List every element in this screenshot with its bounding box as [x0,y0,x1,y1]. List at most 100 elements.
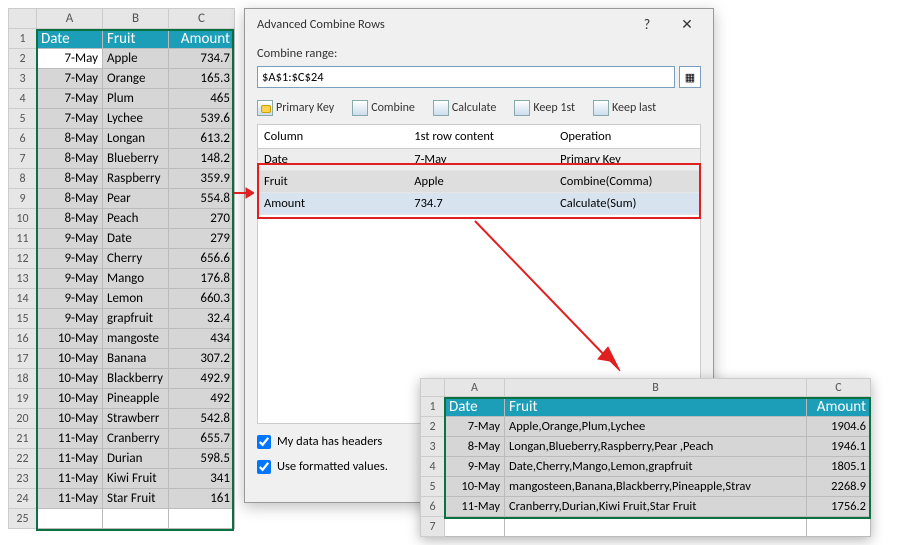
cell-date[interactable]: 8-May [37,149,103,169]
cell-date[interactable]: 7-May [37,49,103,69]
row-header[interactable]: 5 [9,109,37,129]
cell-amount[interactable]: 492.9 [169,369,235,389]
cell-fruit[interactable]: Longan [103,129,169,149]
calculate-button[interactable]: Calculate [433,100,497,116]
cell-fruit[interactable]: Blackberry [103,369,169,389]
row-header[interactable]: 3 [9,69,37,89]
cell-fruit[interactable]: Banana [103,349,169,369]
cell-header-amount[interactable]: Amount [807,397,871,417]
cell-date[interactable]: 10-May [37,329,103,349]
cell-amount[interactable]: 165.3 [169,69,235,89]
row-header[interactable]: 1 [421,397,445,417]
cell-amount[interactable]: 1756.2 [807,497,871,517]
cell-date[interactable]: 9-May [445,457,505,477]
cell-date[interactable]: 8-May [445,437,505,457]
row-header[interactable]: 14 [9,289,37,309]
columns-table-cell-first[interactable]: 7-May [408,149,554,171]
columns-table-row[interactable]: Date7-MayPrimary Key [258,149,700,171]
row-header[interactable]: 17 [9,349,37,369]
cell-fruit[interactable]: grapfruit [103,309,169,329]
row-header[interactable]: 24 [9,489,37,509]
cell-fruit[interactable]: Star Fruit [103,489,169,509]
cell-fruit[interactable]: Kiwi Fruit [103,469,169,489]
cell-date[interactable]: 10-May [445,477,505,497]
row-header[interactable]: 13 [9,269,37,289]
col-header-b[interactable]: B [103,9,169,29]
cell-fruit[interactable]: Lychee [103,109,169,129]
row-header[interactable]: 20 [9,409,37,429]
cell-fruit[interactable]: Strawberr [103,409,169,429]
row-header[interactable]: 18 [9,369,37,389]
cell-amount[interactable]: 465 [169,89,235,109]
cell-amount[interactable]: 2268.9 [807,477,871,497]
columns-table[interactable]: Column 1st row content Operation Date7-M… [258,125,700,215]
row-header[interactable]: 16 [9,329,37,349]
row-header[interactable]: 19 [9,389,37,409]
columns-table-cell-operation[interactable]: Primary Key [554,149,700,171]
row-header[interactable]: 21 [9,429,37,449]
cell-date[interactable]: 11-May [37,489,103,509]
cell-date[interactable]: 7-May [37,109,103,129]
cell-date[interactable]: 10-May [37,369,103,389]
cell-amount[interactable]: 554.8 [169,189,235,209]
cell-date[interactable]: 11-May [445,497,505,517]
row-header[interactable]: 4 [421,457,445,477]
cell-fruit[interactable]: mangoste [103,329,169,349]
cell-amount[interactable]: 542.8 [169,409,235,429]
cell-header-fruit[interactable]: Fruit [505,397,807,417]
cell-date[interactable]: 8-May [37,189,103,209]
spreadsheet-main[interactable]: A B C 1 Date Fruit Amount 27-MayApple734… [8,8,235,529]
row-header[interactable]: 6 [9,129,37,149]
cell-date[interactable]: 9-May [37,249,103,269]
cell-fruit[interactable]: Pear [103,189,169,209]
row-header[interactable]: 3 [421,437,445,457]
cell-header-fruit[interactable]: Fruit [103,29,169,49]
cell-date[interactable]: 9-May [37,309,103,329]
cell-date[interactable]: 10-May [37,409,103,429]
cell-fruit[interactable]: Apple [103,49,169,69]
cell-fruit[interactable]: Orange [103,69,169,89]
keep-first-button[interactable]: Keep 1st [514,100,575,116]
cell-date[interactable]: 8-May [37,209,103,229]
columns-table-header-column[interactable]: Column [258,125,408,149]
cell-fruit[interactable]: Cranberry [103,429,169,449]
cell-amount[interactable]: 1946.1 [807,437,871,457]
primary-key-button[interactable]: Primary Key [257,100,334,116]
cell-amount[interactable]: 539.6 [169,109,235,129]
use-formatted-values-checkbox[interactable] [257,460,271,474]
cell-date[interactable]: 11-May [37,469,103,489]
cell-fruit[interactable]: Longan,Blueberry,Raspberry,Pear ,Peach [505,437,807,457]
col-header-a[interactable]: A [445,379,505,397]
row-header[interactable]: 11 [9,229,37,249]
cell-fruit[interactable]: Pineapple [103,389,169,409]
row-header[interactable]: 5 [421,477,445,497]
select-all-corner[interactable] [421,379,445,397]
columns-table-cell-operation[interactable]: Calculate(Sum) [554,193,700,215]
range-picker-button[interactable]: ▦ [679,66,701,88]
combine-range-input[interactable] [257,66,675,88]
cell-amount[interactable]: 660.3 [169,289,235,309]
col-header-c[interactable]: C [169,9,235,29]
columns-table-cell-operation[interactable]: Combine(Comma) [554,171,700,193]
row-header[interactable]: 22 [9,449,37,469]
cell-fruit[interactable]: mangosteen,Banana,Blackberry,Pineapple,S… [505,477,807,497]
cell-fruit[interactable]: Blueberry [103,149,169,169]
cell-fruit[interactable]: Date [103,229,169,249]
cell-fruit[interactable]: Mango [103,269,169,289]
col-header-c[interactable]: C [807,379,871,397]
cell-amount[interactable]: 279 [169,229,235,249]
cell-date[interactable]: 8-May [37,169,103,189]
columns-table-cell-column[interactable]: Date [258,149,408,171]
cell-fruit[interactable]: Cranberry,Durian,Kiwi Fruit,Star Fruit [505,497,807,517]
row-header[interactable]: 10 [9,209,37,229]
keep-last-button[interactable]: Keep last [593,100,656,116]
cell-amount[interactable]: 161 [169,489,235,509]
row-header[interactable]: 1 [9,29,37,49]
cell-amount[interactable]: 655.7 [169,429,235,449]
cell-date[interactable]: 9-May [37,269,103,289]
cell-amount[interactable]: 656.6 [169,249,235,269]
cell-amount[interactable]: 307.2 [169,349,235,369]
cell-amount[interactable]: 270 [169,209,235,229]
select-all-corner[interactable] [9,9,37,29]
columns-table-row[interactable]: FruitAppleCombine(Comma) [258,171,700,193]
